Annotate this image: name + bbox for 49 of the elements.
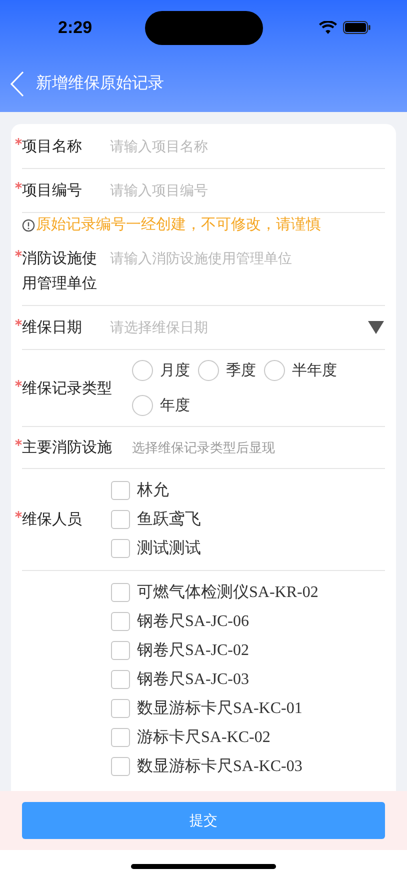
wifi-icon xyxy=(319,21,337,34)
info-icon xyxy=(22,218,35,232)
status-time: 2:29 xyxy=(58,16,92,39)
field-label: 主要消防设施 xyxy=(22,438,112,458)
hint-text: 选择维保记录类型后显现 xyxy=(132,439,275,457)
input-field[interactable]: 请输入消防设施使用管理单位 xyxy=(110,246,384,271)
option-label: 半年度 xyxy=(292,361,337,381)
checkbox[interactable] xyxy=(111,583,130,602)
field-label: 项目编号 xyxy=(22,181,82,201)
option-label: 可燃气体检测仪SA-KR-02 xyxy=(137,583,318,603)
radio-button[interactable] xyxy=(132,360,153,381)
radio-button[interactable] xyxy=(198,360,219,381)
field-label: 维保记录类型 xyxy=(22,378,112,398)
option-label: 数显游标卡尺SA-KC-03 xyxy=(137,756,302,777)
option-label: 月度 xyxy=(160,361,190,381)
option-label: 钢卷尺SA-JC-06 xyxy=(137,612,250,632)
option-label: 游标卡尺SA-KC-02 xyxy=(137,728,270,748)
checkbox[interactable] xyxy=(111,510,130,529)
field-label: 维保日期 xyxy=(22,318,82,338)
battery-icon xyxy=(343,21,371,34)
option-label: 年度 xyxy=(160,396,190,416)
back-icon[interactable] xyxy=(10,70,24,96)
option-label: 钢卷尺SA-JC-02 xyxy=(137,641,250,661)
option-label: 鱼跃鸢飞 xyxy=(137,510,201,530)
checkbox[interactable] xyxy=(111,612,130,631)
option-label: 钢卷尺SA-JC-03 xyxy=(137,670,250,690)
input-field[interactable]: 请输入项目名称 xyxy=(110,134,384,159)
checkbox[interactable] xyxy=(111,757,130,776)
radio-button[interactable] xyxy=(132,395,153,416)
radio-button[interactable] xyxy=(264,360,285,381)
option-label: 林允 xyxy=(137,480,169,501)
submit-button[interactable]: 提交 xyxy=(22,802,385,839)
checkbox[interactable] xyxy=(111,641,130,660)
input-field[interactable]: 请输入项目编号 xyxy=(110,178,384,203)
checkbox[interactable] xyxy=(111,670,130,689)
dropdown-triangle-icon[interactable] xyxy=(368,321,384,334)
option-label: 测试测试 xyxy=(137,538,201,559)
field-label: 消防设施使用管理单位 xyxy=(22,249,98,294)
warning-text: 原始记录编号一经创建，不可修改，请谨慎 xyxy=(36,215,321,235)
option-label: 季度 xyxy=(226,361,256,381)
checkbox[interactable] xyxy=(111,481,130,500)
field-label: 维保人员 xyxy=(22,510,82,530)
checkbox[interactable] xyxy=(111,539,130,558)
option-label: 数显游标卡尺SA-KC-01 xyxy=(137,698,302,719)
checkbox[interactable] xyxy=(111,728,130,747)
checkbox[interactable] xyxy=(111,699,130,718)
page-title: 新增维保原始记录 xyxy=(36,74,164,94)
field-label: 项目名称 xyxy=(22,137,82,157)
input-field[interactable]: 请选择维保日期 xyxy=(110,315,368,340)
